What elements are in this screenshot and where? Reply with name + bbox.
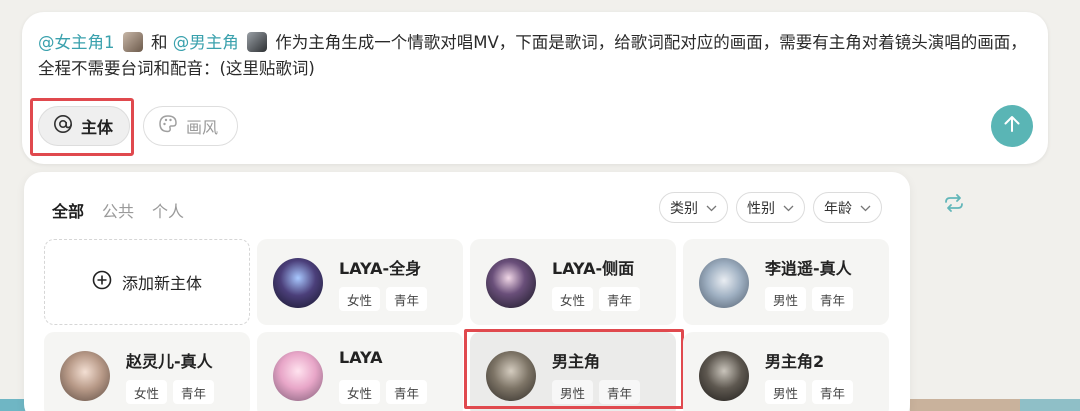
tab-personal[interactable]: 个人 xyxy=(152,198,184,222)
gender-tag: 女性 xyxy=(126,380,168,404)
filter-bar: 类别 性别 年龄 xyxy=(659,192,882,223)
filter-gender[interactable]: 性别 xyxy=(736,192,805,223)
chevron-down-icon xyxy=(860,200,871,216)
gender-tag: 女性 xyxy=(552,287,594,311)
tab-all[interactable]: 全部 xyxy=(52,198,84,222)
gender-tag: 女性 xyxy=(339,380,381,404)
mention-female-lead[interactable]: @女主角1 xyxy=(38,33,115,52)
subject-name: LAYA-全身 xyxy=(339,259,422,278)
subject-tabs: 全部 公共 个人 xyxy=(52,198,184,222)
filter-category[interactable]: 类别 xyxy=(659,192,728,223)
add-subject-card[interactable]: 添加新主体 xyxy=(44,239,250,325)
male-lead-highlight-box xyxy=(464,329,684,409)
subject-name: LAYA-侧面 xyxy=(552,259,635,278)
male-lead-thumbnail xyxy=(247,32,267,52)
avatar xyxy=(699,351,749,401)
refresh-icon xyxy=(943,193,965,217)
prompt-text[interactable]: @女主角1 和 @男主角 作为主角生成一个情歌对唱MV，下面是歌词，给歌词配对应… xyxy=(38,30,1028,82)
age-tag: 青年 xyxy=(812,380,854,404)
avatar xyxy=(273,258,323,308)
avatar xyxy=(60,351,110,401)
filter-gender-label: 性别 xyxy=(747,200,775,217)
style-button-label: 画风 xyxy=(186,118,219,137)
age-tag: 青年 xyxy=(812,287,854,311)
gender-tag: 男性 xyxy=(765,287,807,311)
filter-category-label: 类别 xyxy=(670,200,698,217)
age-tag: 青年 xyxy=(173,380,215,404)
subject-name: 李逍遥-真人 xyxy=(765,259,852,278)
subject-card[interactable]: LAYA 女性 青年 xyxy=(257,332,463,411)
subject-card[interactable]: 赵灵儿-真人 女性 青年 xyxy=(44,332,250,411)
gender-tag: 男性 xyxy=(765,380,807,404)
mention-male-lead[interactable]: @男主角 xyxy=(173,33,239,52)
add-subject-label: 添加新主体 xyxy=(121,274,202,293)
subject-card[interactable]: LAYA-侧面 女性 青年 xyxy=(470,239,676,325)
prompt-connector: 和 xyxy=(151,33,168,52)
style-button[interactable]: 画风 xyxy=(143,106,238,146)
palette-icon xyxy=(158,114,178,138)
female-lead-thumbnail xyxy=(122,32,143,52)
avatar xyxy=(273,351,323,401)
avatar xyxy=(486,258,536,308)
tab-public[interactable]: 公共 xyxy=(102,198,134,222)
subject-card[interactable]: LAYA-全身 女性 青年 xyxy=(257,239,463,325)
subject-card[interactable]: 男主角2 男性 青年 xyxy=(683,332,889,411)
gender-tag: 女性 xyxy=(339,287,381,311)
age-tag: 青年 xyxy=(386,380,428,404)
subject-name: 男主角2 xyxy=(765,352,825,371)
subject-name: LAYA xyxy=(339,348,383,367)
prompt-input-card[interactable]: @女主角1 和 @男主角 作为主角生成一个情歌对唱MV，下面是歌词，给歌词配对应… xyxy=(22,12,1048,164)
age-tag: 青年 xyxy=(386,287,428,311)
chevron-down-icon xyxy=(783,200,794,216)
plus-circle-icon xyxy=(92,270,112,294)
refresh-button[interactable] xyxy=(930,186,978,224)
arrow-up-icon xyxy=(1001,113,1023,139)
filter-age-label: 年龄 xyxy=(824,200,852,217)
chevron-down-icon xyxy=(706,200,717,216)
send-button[interactable] xyxy=(991,105,1033,147)
subject-card[interactable]: 李逍遥-真人 男性 青年 xyxy=(683,239,889,325)
subject-highlight-box xyxy=(30,98,134,156)
age-tag: 青年 xyxy=(599,287,641,311)
subject-name: 赵灵儿-真人 xyxy=(126,352,213,371)
avatar xyxy=(699,258,749,308)
filter-age[interactable]: 年龄 xyxy=(813,192,882,223)
